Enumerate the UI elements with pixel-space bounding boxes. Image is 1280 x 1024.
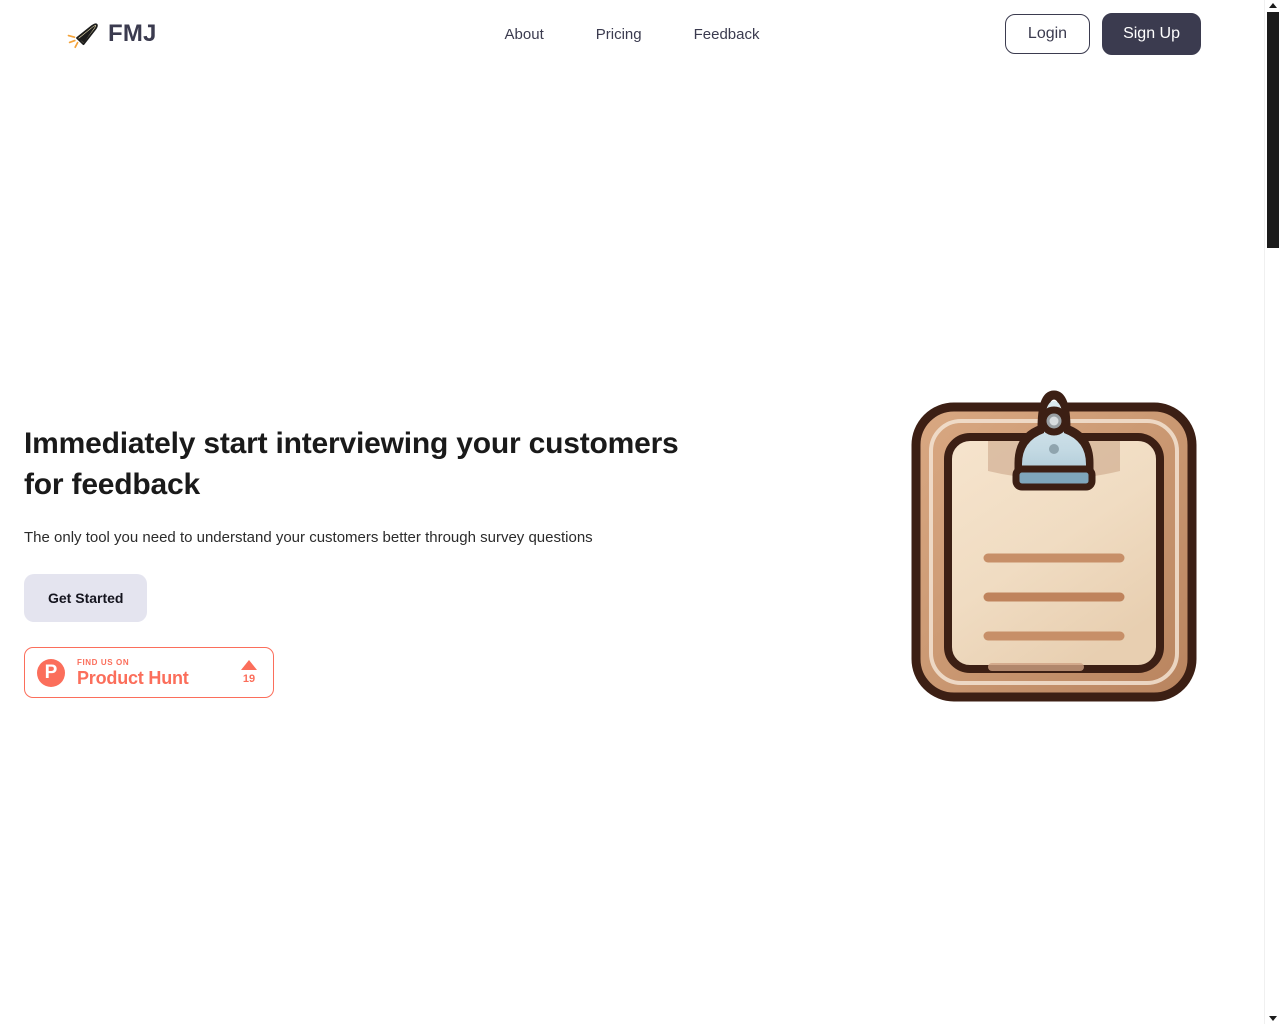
auth-actions: Login Sign Up	[1004, 12, 1201, 56]
page-root: FMJ About Pricing Feedback Login Sign Up…	[0, 0, 1280, 1024]
hero-section: Immediately start interviewing your cust…	[24, 390, 1240, 702]
hero-content: Immediately start interviewing your cust…	[24, 415, 724, 698]
product-hunt-vote-count: 19	[242, 672, 256, 685]
login-button[interactable]: Login	[1004, 13, 1091, 55]
nav-item-pricing[interactable]: Pricing	[596, 26, 642, 43]
nav-item-about[interactable]: About	[505, 26, 544, 43]
scroll-up-triangle-icon[interactable]	[1268, 3, 1277, 8]
upvote-triangle-icon	[241, 659, 257, 670]
product-hunt-kicker: FIND US ON	[77, 657, 130, 667]
product-hunt-text: FIND US ON Product Hunt	[77, 658, 241, 688]
nav-item-feedback[interactable]: Feedback	[694, 26, 760, 43]
signup-button[interactable]: Sign Up	[1102, 12, 1201, 56]
site-header: FMJ About Pricing Feedback Login Sign Up	[0, 0, 1264, 68]
hero-subtitle: The only tool you need to understand you…	[24, 529, 593, 546]
get-started-button[interactable]: Get Started	[24, 574, 148, 622]
product-hunt-logo-icon: P	[37, 658, 65, 687]
hero-title: Immediately start interviewing your cust…	[24, 427, 679, 501]
page-viewport: FMJ About Pricing Feedback Login Sign Up…	[0, 0, 1264, 1024]
product-hunt-name: Product Hunt	[77, 667, 189, 688]
vertical-scrollbar[interactable]	[1264, 0, 1280, 1024]
hero-illustration	[904, 365, 1204, 715]
product-hunt-badge[interactable]: P FIND US ON Product Hunt 19	[24, 647, 274, 698]
product-hunt-votes[interactable]: 19	[241, 659, 257, 686]
clipboard-illustration-icon	[911, 390, 1197, 702]
scrollbar-thumb[interactable]	[1267, 12, 1279, 248]
scroll-down-triangle-icon[interactable]	[1268, 1016, 1277, 1021]
product-hunt-logo-letter: P	[44, 662, 58, 683]
